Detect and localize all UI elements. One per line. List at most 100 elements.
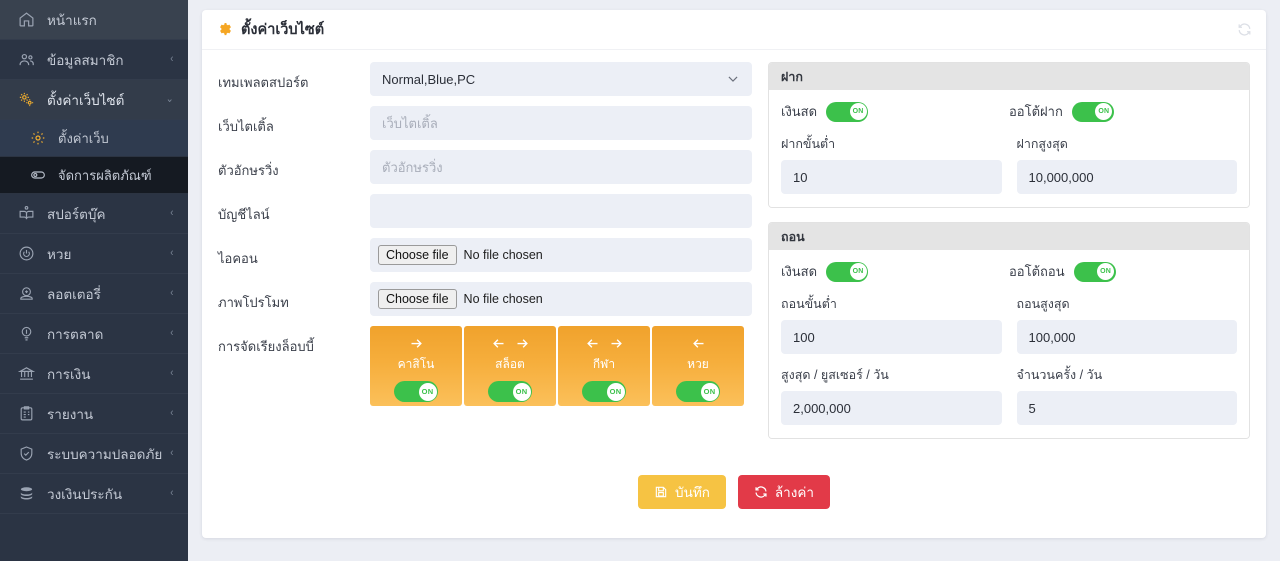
sidebar-item-members[interactable]: ข้อมูลสมาชิก ‹ [0,40,188,80]
icon-choose-file-button[interactable]: Choose file [378,245,457,265]
withdraw-max-input[interactable] [1016,320,1237,354]
sidebar-item-sportsbook[interactable]: สปอร์ตบุ๊ค ‹ [0,194,188,234]
arrow-left-icon[interactable] [491,336,506,351]
deposit-cash-toggle[interactable]: ON [826,101,869,122]
withdraw-times-per-day-input[interactable] [1016,391,1237,425]
sidebar-item-label: รายงาน [47,406,94,422]
form-row-running-text: ตัวอักษรวิ่ง [218,150,752,184]
icon-file-input[interactable]: Choose file No file chosen [370,238,752,272]
chevron-left-icon: ‹ [170,287,174,299]
withdraw-min-label: ถอนขั้นต่ำ [781,297,837,311]
withdraw-limits-grid: ถอนขั้นต่ำ ถอนสูงสุด [781,294,1237,354]
lobby-order-label: การจัดเรียงล็อบบี้ [218,339,314,354]
promo-choose-file-button[interactable]: Choose file [378,289,457,309]
line-account-label: บัญชีไลน์ [218,207,270,222]
line-account-input[interactable] [370,194,752,228]
sidebar-item-label: ตั้งค่าเว็บไซต์ [47,92,125,108]
promo-file-input[interactable]: Choose file No file chosen [370,282,752,316]
sidebar-item-label: การตลาด [47,326,104,342]
tile-toggle[interactable]: ON [488,381,532,402]
deposit-auto-toggle[interactable]: ON [1071,101,1114,122]
save-button[interactable]: บันทึก [638,475,726,509]
toggle-knob: ON [418,382,437,401]
chevron-down-icon: ⌄ [165,93,174,105]
main-content: ตั้งค่าเว็บไซต์ เทมเพลตสปอร์ต Normal,Blu… [188,0,1280,561]
chevron-left-icon: ‹ [170,247,174,259]
withdraw-auto-label: ออโต้ถอน [1009,264,1065,279]
tile-toggle[interactable]: ON [582,381,626,402]
arrow-left-icon[interactable] [691,336,706,351]
withdraw-panel: ถอน เงินสด ON ออโต้ถอน ON ถอนขั้นต่ำ 100… [768,222,1250,439]
sidebar-item-website-settings[interactable]: ตั้งค่าเว็บไซต์ ⌄ [0,80,188,120]
sidebar-item-home[interactable]: หน้าแรก [0,0,188,40]
sidebar-item-label: วงเงินประกัน [47,486,123,502]
running-text-label: ตัวอักษรวิ่ง [218,163,279,178]
tile-toggle[interactable]: ON [394,381,438,402]
sidebar-item-manage-products[interactable]: จัดการผลิตภัณฑ์ [0,157,188,194]
sidebar-item-finance[interactable]: การเงิน ‹ [0,354,188,394]
icon-file-label: ไอคอน [218,251,258,266]
withdraw-auto-toggle[interactable]: ON [1073,261,1116,282]
sidebar-item-security[interactable]: ระบบความปลอดภัย ‹ [0,434,188,474]
tile-arrows [585,334,624,352]
toggle-knob: ON [849,103,867,120]
refresh-icon[interactable] [1237,22,1252,37]
deposit-panel: ฝาก เงินสด ON ออโต้ฝาก ON ฝากขั้นต่ำ 10 … [768,62,1250,208]
reset-button[interactable]: ล้างค่า [737,475,830,509]
deposit-toggle-row: เงินสด ON ออโต้ฝาก ON [781,101,1237,122]
home-icon [16,10,36,30]
lobby-tile-casino[interactable]: คาสิโน ON [370,326,462,406]
sidebar-item-label: การเงิน [47,366,91,382]
withdraw-cash-toggle-group: เงินสด ON [781,261,1009,282]
template-select[interactable] [370,62,752,96]
withdraw-min-input[interactable] [781,320,1002,354]
lobby-tile-huay[interactable]: หวย ON [652,326,744,406]
gear-icon [28,128,48,148]
deposit-min-input[interactable] [781,160,1002,194]
sidebar-item-credit-limit[interactable]: วงเงินประกัน ‹ [0,474,188,514]
sidebar-item-reports[interactable]: รายงาน ‹ [0,394,188,434]
withdraw-daily-grid: สูงสุด / ยูสเซอร์ / วัน จำนวนครั้ง / วัน [781,365,1237,425]
running-text-input[interactable] [370,150,752,184]
deposit-panel-title: ฝาก [769,63,1249,90]
sidebar-item-label: ลอตเตอรี่ [47,286,101,302]
sidebar-item-marketing[interactable]: การตลาด ‹ [0,314,188,354]
refresh-icon [754,485,768,499]
sidebar-item-web-settings[interactable]: ตั้งค่าเว็บ [0,120,188,157]
chevron-left-icon: ‹ [170,53,174,65]
tile-toggle[interactable]: ON [676,381,720,402]
lobby-tile-slot[interactable]: สล็อต ON [464,326,556,406]
withdraw-cash-toggle[interactable]: ON [826,261,869,282]
sidebar-item-lottery-huay[interactable]: หวย ‹ [0,234,188,274]
settings-card: ตั้งค่าเว็บไซต์ เทมเพลตสปอร์ต Normal,Blu… [202,10,1266,538]
web-title-input[interactable] [370,106,752,140]
arrow-right-icon[interactable] [609,336,624,351]
sidebar-item-label: หน้าแรก [47,12,97,28]
arrow-right-icon[interactable] [515,336,530,351]
card-body: เทมเพลตสปอร์ต เว็บไตเติ้ล [202,50,1266,453]
form-row-lobby-order: การจัดเรียงล็อบบี้ คาสิโน ON สล็อต ON กี… [218,326,752,406]
withdraw-min-group: ถอนขั้นต่ำ [781,294,1002,354]
template-label: เทมเพลตสปอร์ต [218,75,309,90]
arrow-left-icon[interactable] [585,336,600,351]
lobby-tile-sport[interactable]: กีฬา ON [558,326,650,406]
reset-button-label: ล้างค่า [774,485,814,500]
withdraw-toggle-row: เงินสด ON ออโต้ถอน ON [781,261,1237,282]
save-button-label: บันทึก [675,485,710,500]
tile-label: คาสิโน [397,357,435,371]
app-root: หน้าแรก ข้อมูลสมาชิก ‹ ตั้งค่าเว็บไซต์ ⌄… [0,0,1280,561]
chevron-left-icon: ‹ [170,407,174,419]
form-row-promo-file: ภาพโปรโมท Choose file No file chosen [218,282,752,316]
deposit-max-input[interactable] [1016,160,1237,194]
deposit-cash-label: เงินสด [781,104,818,119]
clipboard-icon [16,404,36,424]
bulb-icon [16,324,36,344]
withdraw-times-per-day-group: จำนวนครั้ง / วัน [1016,365,1237,425]
withdraw-times-per-day-label: จำนวนครั้ง / วัน [1016,368,1103,382]
form-row-web-title: เว็บไตเติ้ล [218,106,752,140]
arrow-right-icon[interactable] [409,336,424,351]
deposit-limits-grid: ฝากขั้นต่ำ ฝากสูงสุด [781,134,1237,194]
power-icon [16,244,36,264]
withdraw-max-per-user-input[interactable] [781,391,1002,425]
sidebar-item-lotto[interactable]: ลอตเตอรี่ ‹ [0,274,188,314]
